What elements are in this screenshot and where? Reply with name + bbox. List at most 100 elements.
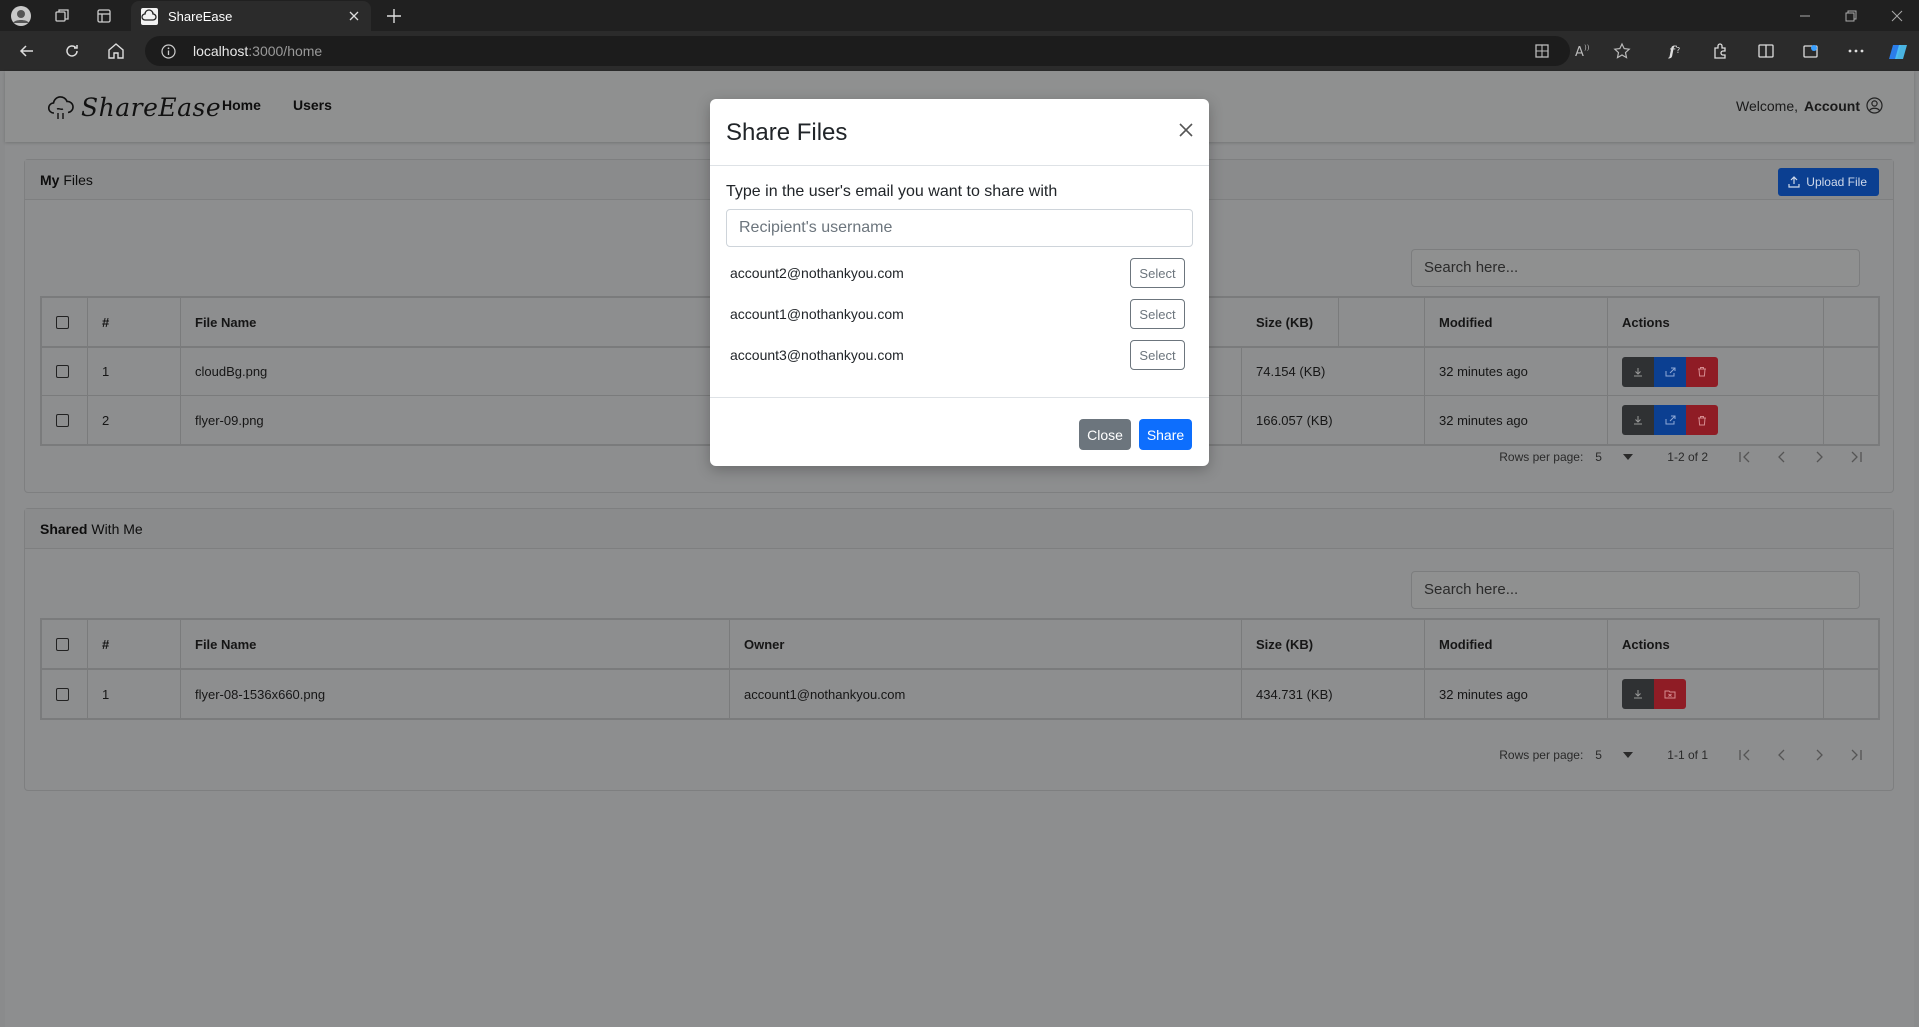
remove-shared-button[interactable] xyxy=(1654,679,1686,709)
row-number: 1 xyxy=(88,348,181,395)
download-icon xyxy=(1634,690,1642,699)
nav-users-link[interactable]: Users xyxy=(293,97,332,113)
profile-avatar-icon[interactable] xyxy=(10,5,32,27)
select-recipient-button[interactable]: Select xyxy=(1130,340,1185,370)
favorite-star-icon[interactable] xyxy=(1612,41,1632,61)
back-icon[interactable] xyxy=(17,41,37,61)
home-icon[interactable] xyxy=(106,41,126,61)
first-page-icon[interactable] xyxy=(1738,450,1752,464)
column-header-modified[interactable]: Modified xyxy=(1425,298,1608,346)
row-actions xyxy=(1608,396,1824,444)
download-button[interactable] xyxy=(1622,405,1654,435)
column-header-modified[interactable]: Modified xyxy=(1425,620,1608,668)
account-menu[interactable]: Welcome, Account xyxy=(1736,97,1883,114)
rows-per-page-value: 5 xyxy=(1595,748,1602,762)
table-header-row: # File Name Owner Size (KB) Modified Act… xyxy=(42,620,1878,670)
vertical-tabs-icon[interactable] xyxy=(94,6,114,26)
rows-per-page-select[interactable]: 5 xyxy=(1595,748,1634,762)
tab-close-icon[interactable] xyxy=(347,9,361,23)
select-recipient-button[interactable]: Select xyxy=(1130,258,1185,288)
row-checkbox[interactable] xyxy=(56,687,69,701)
delete-button[interactable] xyxy=(1686,405,1718,435)
my-files-title-bold: My xyxy=(40,172,60,188)
download-button[interactable] xyxy=(1622,679,1654,709)
row-checkbox[interactable] xyxy=(56,413,69,427)
column-header-owner[interactable]: Owner xyxy=(730,620,1242,668)
active-tab[interactable]: ShareEase xyxy=(131,1,371,31)
rows-per-page-select[interactable]: 5 xyxy=(1595,450,1634,464)
row-size: 166.057 (KB) xyxy=(1242,396,1425,444)
share-button[interactable] xyxy=(1654,356,1686,387)
collections-icon[interactable] xyxy=(1801,41,1821,61)
read-aloud-icon[interactable]: A)) xyxy=(1572,41,1592,61)
delete-button[interactable] xyxy=(1686,356,1718,387)
nav-home-link[interactable]: Home xyxy=(222,97,261,113)
row-modified: 32 minutes ago xyxy=(1425,670,1608,718)
copilot-icon[interactable] xyxy=(1887,41,1907,61)
my-files-search-input[interactable]: Search here... xyxy=(1411,249,1860,287)
shared-search-input[interactable]: Search here... xyxy=(1411,571,1860,609)
column-header-number[interactable]: # xyxy=(88,298,181,346)
row-select-cell xyxy=(42,670,88,718)
select-all-checkbox[interactable] xyxy=(56,637,69,651)
address-bar[interactable]: localhost:3000/home xyxy=(145,36,1570,66)
column-header-number[interactable]: # xyxy=(88,620,181,668)
more-options-icon[interactable] xyxy=(1846,41,1866,61)
recipient-option: account2@nothankyou.com Select xyxy=(730,258,1185,288)
row-checkbox[interactable] xyxy=(56,365,69,378)
caret-down-icon xyxy=(1623,752,1634,758)
minimize-icon[interactable] xyxy=(1797,8,1813,24)
modal-body: Type in the user's email you want to sha… xyxy=(710,166,1209,398)
reload-icon[interactable] xyxy=(62,41,82,61)
new-tab-icon[interactable] xyxy=(384,6,404,26)
previous-page-icon[interactable] xyxy=(1775,748,1789,762)
download-button[interactable] xyxy=(1622,356,1654,387)
next-page-icon[interactable] xyxy=(1812,748,1826,762)
share-button[interactable] xyxy=(1654,405,1686,435)
select-all-checkbox[interactable] xyxy=(56,315,69,329)
recipient-email: account2@nothankyou.com xyxy=(730,265,904,281)
svg-text:)): )) xyxy=(1584,44,1590,52)
column-header-size[interactable]: Size (KB) xyxy=(1242,298,1425,346)
font-extension-icon[interactable]: f? xyxy=(1666,41,1686,61)
url-path: :3000/home xyxy=(248,43,323,59)
logo[interactable]: ShareEase xyxy=(47,91,221,123)
column-header-size[interactable]: Size (KB) xyxy=(1242,620,1425,668)
share-icon xyxy=(1665,415,1675,425)
shared-table: # File Name Owner Size (KB) Modified Act… xyxy=(40,618,1880,720)
select-recipient-button[interactable]: Select xyxy=(1130,299,1185,329)
shared-header: Shared With Me xyxy=(25,509,1893,549)
close-button[interactable]: Close xyxy=(1079,419,1131,450)
upload-file-button[interactable]: Upload File xyxy=(1778,168,1879,196)
site-info-icon[interactable] xyxy=(161,44,176,59)
my-files-title-rest: Files xyxy=(59,172,93,188)
workspaces-icon[interactable] xyxy=(52,6,72,26)
app-available-icon[interactable] xyxy=(1532,41,1552,61)
column-header-actions: Actions xyxy=(1608,298,1824,346)
cloud-favicon-icon xyxy=(141,8,158,25)
account-label: Account xyxy=(1804,97,1860,114)
svg-text:A: A xyxy=(1575,45,1584,60)
trash-icon xyxy=(1698,415,1706,425)
cloud-logo-icon xyxy=(47,93,75,121)
share-button[interactable]: Share xyxy=(1139,419,1192,450)
last-page-icon[interactable] xyxy=(1849,748,1863,762)
extensions-puzzle-icon[interactable] xyxy=(1710,41,1730,61)
recipient-option: account3@nothankyou.com Select xyxy=(730,340,1185,370)
last-page-icon[interactable] xyxy=(1849,450,1863,464)
column-header-file-name[interactable]: File Name xyxy=(181,620,730,668)
split-screen-icon[interactable] xyxy=(1756,41,1776,61)
first-page-icon[interactable] xyxy=(1738,748,1752,762)
download-icon xyxy=(1634,416,1642,425)
window-close-icon[interactable] xyxy=(1889,8,1905,24)
row-modified: 32 minutes ago xyxy=(1425,348,1608,395)
next-page-icon[interactable] xyxy=(1812,450,1826,464)
restore-icon[interactable] xyxy=(1843,8,1859,24)
recipient-username-input[interactable]: Recipient's username xyxy=(726,209,1193,247)
modal-prompt: Type in the user's email you want to sha… xyxy=(726,183,1058,200)
modal-close-icon[interactable] xyxy=(1177,121,1195,139)
previous-page-icon[interactable] xyxy=(1775,450,1789,464)
recipient-email: account1@nothankyou.com xyxy=(730,306,904,322)
rows-per-page-value: 5 xyxy=(1595,450,1602,464)
browser-toolbar: localhost:3000/home A)) f? xyxy=(0,31,1919,71)
